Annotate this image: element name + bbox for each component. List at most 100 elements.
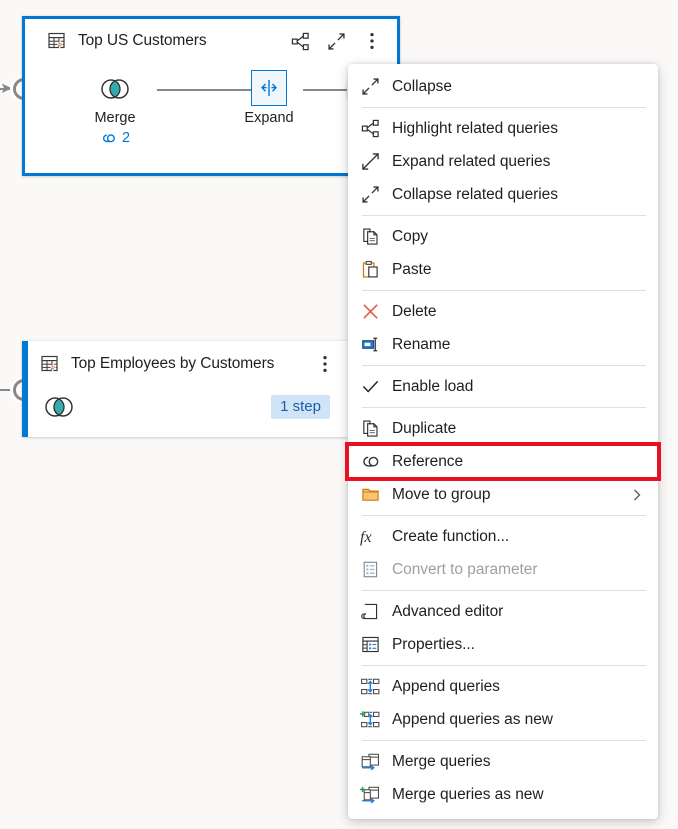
menu-item-label: Create function... <box>392 527 510 545</box>
merge-queries-icon <box>348 752 392 771</box>
query-card-header-actions <box>289 30 397 52</box>
diagram-view-canvas: ➤ Top US Customers Merge 2 Expand Top Em… <box>0 0 678 829</box>
copy-icon <box>348 227 392 246</box>
advanced-editor-icon <box>348 602 392 621</box>
query-card-header-actions <box>314 353 348 375</box>
menu-item-properties[interactable]: Properties... <box>348 628 658 661</box>
query-title-group: Top US Customers <box>25 30 207 52</box>
menu-separator <box>362 365 646 366</box>
parameter-icon <box>348 560 392 579</box>
more-options-icon[interactable] <box>361 30 383 52</box>
menu-item-collapse-related-queries[interactable]: Collapse related queries <box>348 178 658 211</box>
menu-item-highlight-related-queries[interactable]: Highlight related queries <box>348 112 658 145</box>
menu-item-label: Paste <box>392 260 432 278</box>
menu-item-paste[interactable]: Paste <box>348 253 658 286</box>
menu-item-label: Delete <box>392 302 437 320</box>
menu-separator <box>362 407 646 408</box>
menu-item-expand-related-queries[interactable]: Expand related queries <box>348 145 658 178</box>
query-title-group: Top Employees by Customers <box>22 353 274 375</box>
menu-item-duplicate[interactable]: Duplicate <box>348 412 658 445</box>
menu-item-label: Convert to parameter <box>392 560 538 578</box>
menu-item-label: Duplicate <box>392 419 457 437</box>
step-reference-count[interactable]: 2 <box>100 130 130 146</box>
rename-icon <box>348 335 392 354</box>
folder-icon <box>348 485 392 504</box>
menu-item-convert-to-parameter: Convert to parameter <box>348 553 658 586</box>
step-node-expand[interactable]: Expand <box>223 70 315 126</box>
step-count-badge: 1 step <box>271 395 330 419</box>
table-with-lightning-icon <box>47 30 69 52</box>
menu-item-advanced-editor[interactable]: Advanced editor <box>348 595 658 628</box>
collapse-icon <box>348 77 392 96</box>
menu-item-collapse[interactable]: Collapse <box>348 70 658 103</box>
merge-queries-as-new-icon <box>348 785 392 804</box>
menu-item-label: Advanced editor <box>392 602 504 620</box>
menu-item-append-queries-as-new[interactable]: Append queries as new <box>348 703 658 736</box>
menu-item-label: Rename <box>392 335 451 353</box>
properties-icon <box>348 635 392 654</box>
menu-item-reference[interactable]: Reference <box>345 442 661 481</box>
collapse-related-queries-icon <box>348 185 392 204</box>
fx-icon: fx <box>348 527 392 547</box>
query-card-steps: 1 step <box>22 387 348 437</box>
query-card-steps: Merge 2 Expand <box>25 63 397 173</box>
duplicate-icon <box>348 419 392 438</box>
expand-related-queries-icon <box>348 152 392 171</box>
menu-item-label: Copy <box>392 227 428 245</box>
menu-item-label: Append queries <box>392 677 500 695</box>
chevron-right-icon <box>630 488 644 502</box>
table-with-lightning-icon <box>40 353 62 375</box>
menu-separator <box>362 665 646 666</box>
highlight-related-queries-icon <box>348 119 392 138</box>
menu-separator <box>362 107 646 108</box>
incoming-edge-arrow-1: ➤ <box>0 80 13 97</box>
menu-item-copy[interactable]: Copy <box>348 220 658 253</box>
query-card-header: Top Employees by Customers <box>22 341 348 387</box>
menu-item-label: Reference <box>392 452 464 470</box>
menu-separator <box>362 290 646 291</box>
query-title: Top US Customers <box>78 32 207 49</box>
checkmark-icon <box>348 377 392 396</box>
menu-item-merge-queries-as-new[interactable]: Merge queries as new <box>348 778 658 811</box>
query-card-top-employees-by-customers[interactable]: Top Employees by Customers 1 step <box>22 341 348 437</box>
menu-item-label: Merge queries <box>392 752 491 770</box>
step-reference-count-value: 2 <box>121 130 131 146</box>
menu-item-label: Expand related queries <box>392 152 551 170</box>
step-node-merge[interactable]: Merge 2 <box>69 72 161 146</box>
highlight-related-queries-icon[interactable] <box>289 30 311 52</box>
menu-separator <box>362 590 646 591</box>
query-context-menu[interactable]: Collapse Highlight related queries Expan… <box>345 64 661 819</box>
menu-item-create-function[interactable]: fx Create function... <box>348 520 658 553</box>
reference-link-icon <box>348 454 392 470</box>
menu-item-label: Append queries as new <box>392 710 553 728</box>
menu-item-label: Collapse related queries <box>392 185 558 203</box>
svg-text:fx: fx <box>360 529 372 546</box>
query-card-header: Top US Customers <box>25 19 397 63</box>
collapse-icon[interactable] <box>325 30 347 52</box>
reference-link-icon <box>100 132 117 145</box>
menu-item-move-to-group[interactable]: Move to group <box>348 478 658 511</box>
delete-x-icon <box>348 302 392 321</box>
menu-item-append-queries[interactable]: Append queries <box>348 670 658 703</box>
menu-item-merge-queries[interactable]: Merge queries <box>348 745 658 778</box>
menu-item-label: Merge queries as new <box>392 785 544 803</box>
menu-item-label: Move to group <box>392 485 491 503</box>
append-queries-as-new-icon <box>348 710 392 729</box>
menu-item-label: Properties... <box>392 635 475 653</box>
query-card-top-us-customers[interactable]: Top US Customers Merge 2 Expand <box>22 16 400 176</box>
menu-separator <box>362 515 646 516</box>
menu-item-label: Highlight related queries <box>392 119 558 137</box>
step-label: Expand <box>244 110 294 126</box>
menu-separator <box>362 215 646 216</box>
step-label: Merge <box>94 110 136 126</box>
expand-columns-icon <box>251 70 287 106</box>
more-options-icon[interactable] <box>314 353 336 375</box>
paste-icon <box>348 260 392 279</box>
query-title: Top Employees by Customers <box>71 355 275 372</box>
menu-item-rename[interactable]: Rename <box>348 328 658 361</box>
menu-separator <box>362 740 646 741</box>
menu-item-enable-load[interactable]: Enable load <box>348 370 658 403</box>
merge-icon[interactable] <box>42 395 76 419</box>
append-queries-icon <box>348 677 392 696</box>
menu-item-delete[interactable]: Delete <box>348 295 658 328</box>
